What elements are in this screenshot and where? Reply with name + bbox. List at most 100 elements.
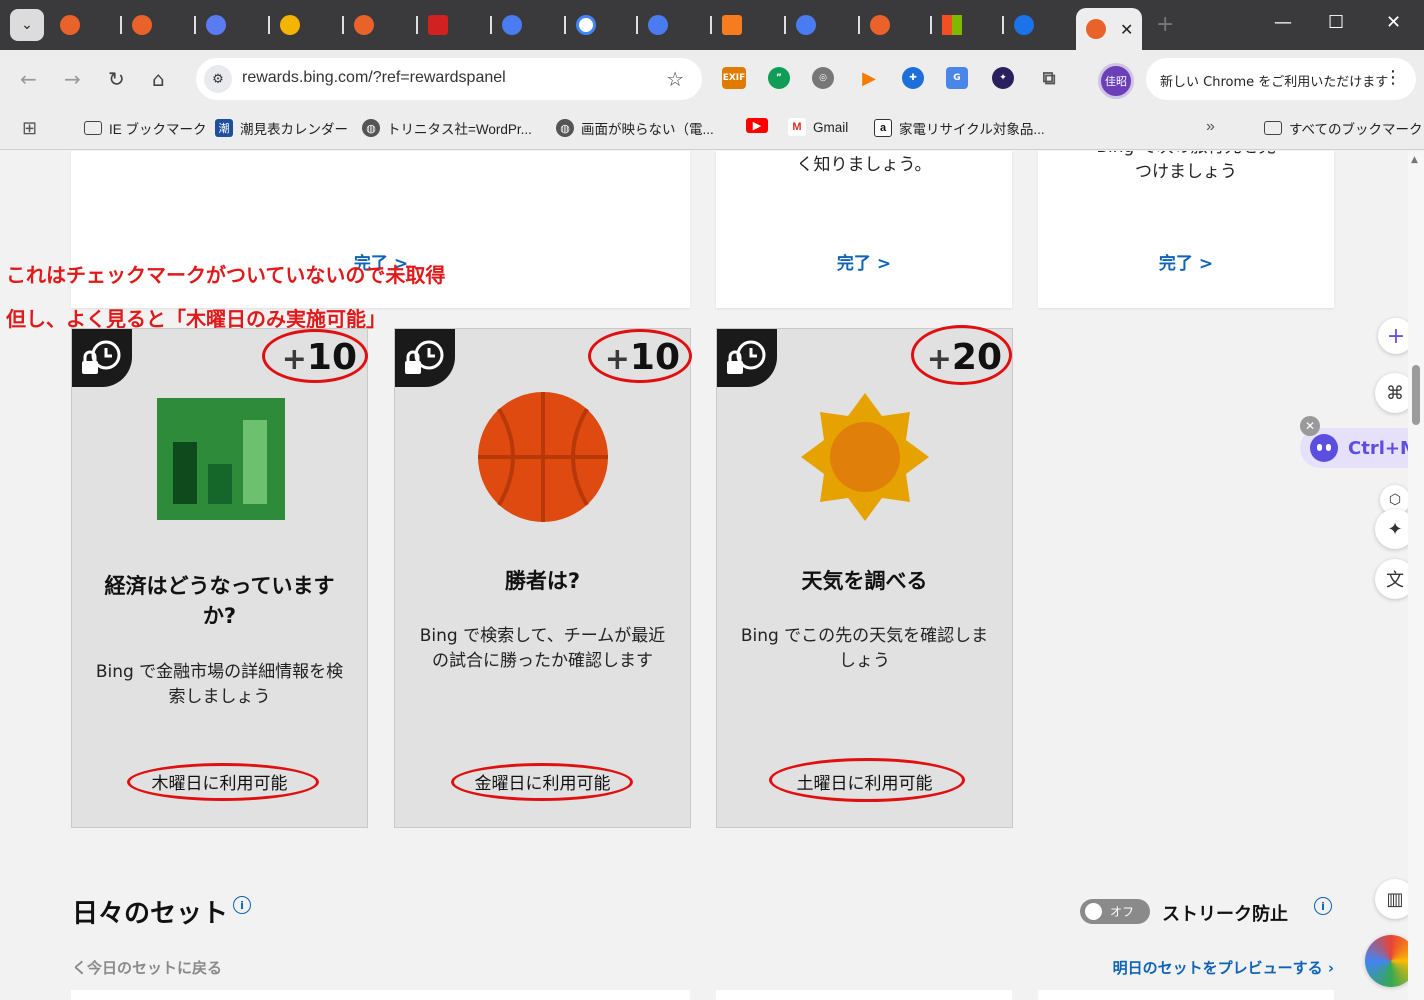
rewards-favicon-icon bbox=[1086, 19, 1106, 39]
done-link[interactable]: 完了 > bbox=[1038, 249, 1334, 274]
scrollbar-thumb[interactable] bbox=[1412, 365, 1420, 425]
browser-tab[interactable] bbox=[932, 8, 1004, 42]
bookmark-gmail[interactable]: M Gmail bbox=[788, 118, 848, 136]
browser-tab[interactable] bbox=[492, 8, 566, 42]
points-value: 10 bbox=[629, 337, 680, 378]
rewards-favicon-icon bbox=[132, 15, 152, 35]
profile-avatar[interactable]: 佳昭 bbox=[1098, 63, 1134, 99]
browser-tab[interactable] bbox=[566, 8, 638, 42]
points-plus: + bbox=[926, 342, 952, 377]
address-bar[interactable]: ⚙ rewards.bing.com/?ref=rewardspanel ☆ bbox=[196, 58, 702, 100]
minimize-icon[interactable]: — bbox=[1274, 12, 1292, 33]
close-icon[interactable]: ✕ bbox=[1300, 416, 1320, 436]
maximize-icon[interactable]: ☐ bbox=[1328, 12, 1344, 33]
gemini-favicon-icon bbox=[796, 15, 816, 35]
activity-card[interactable] bbox=[1038, 990, 1334, 1000]
sparkle-icon[interactable]: ✦ bbox=[1375, 509, 1408, 549]
translate-icon[interactable]: 文 bbox=[1375, 559, 1408, 599]
browser-tab[interactable] bbox=[786, 8, 860, 42]
bookmark-star-icon[interactable]: ☆ bbox=[666, 67, 684, 91]
bookmark-label: 画面が映らない（電... bbox=[581, 122, 714, 137]
rss-extension-icon[interactable]: ◎ bbox=[812, 67, 834, 89]
translate-extension-icon[interactable]: G bbox=[946, 67, 968, 89]
chrome-update-button[interactable]: 新しい Chrome をご利用いただけます ⋮ bbox=[1146, 58, 1416, 100]
scroll-up-arrow-icon[interactable]: ▲ bbox=[1411, 155, 1418, 165]
page-scrollbar[interactable]: ▲ bbox=[1408, 151, 1424, 1000]
done-link[interactable]: 完了 > bbox=[716, 249, 1012, 274]
gemini-favicon-icon bbox=[502, 15, 522, 35]
globe-icon: ◍ bbox=[556, 119, 574, 137]
points-plus: + bbox=[281, 342, 307, 377]
activity-card-winner[interactable]: +10 勝者は? Bing で検索して、チームが最近の試合に勝ったか確認します … bbox=[394, 328, 691, 828]
activity-card-economy[interactable]: +10 経済はどうなっていますか? Bing で金融市場の詳細情報を検索しましょ… bbox=[71, 328, 368, 828]
close-window-icon[interactable]: ✕ bbox=[1386, 12, 1401, 33]
rewards-favicon-icon bbox=[870, 15, 890, 35]
site-settings-icon[interactable]: ⚙ bbox=[204, 65, 232, 93]
assistant-widget[interactable]: Ctrl+M bbox=[1300, 428, 1408, 468]
quote-extension-icon[interactable]: ” bbox=[768, 67, 790, 89]
bookmark-screen[interactable]: ◍ 画面が映らない（電... bbox=[556, 118, 714, 138]
gemini-favicon-icon bbox=[648, 15, 668, 35]
bookmark-trinitas[interactable]: ◍ トリニタス社=WordPr... bbox=[362, 118, 532, 138]
bookmark-youtube[interactable]: ▶ bbox=[746, 118, 775, 133]
bookmark-tide[interactable]: 潮潮見表カレンダー bbox=[215, 118, 348, 138]
star-extension-icon[interactable]: ✦ bbox=[992, 67, 1014, 89]
bookmark-all[interactable]: すべてのブックマーク bbox=[1264, 118, 1423, 138]
chevron-right-icon: › bbox=[1322, 959, 1334, 977]
card-title: 天気を調べる bbox=[801, 569, 928, 593]
card-title: 経済はどうなっていますか? bbox=[104, 574, 335, 628]
close-tab-icon[interactable]: ✕ bbox=[1120, 20, 1133, 39]
extensions-puzzle-icon[interactable]: ⧉ bbox=[1038, 67, 1060, 89]
points-badge: +20 bbox=[927, 337, 1002, 378]
reload-icon[interactable]: ↻ bbox=[108, 67, 125, 91]
bookmark-label: Gmail bbox=[813, 119, 849, 135]
browser-tab-active[interactable]: ✕ bbox=[1076, 8, 1142, 50]
preview-tomorrow-link[interactable]: 明日のセットをプレビューする › bbox=[1113, 957, 1334, 978]
bookmark-amazon[interactable]: a 家電リサイクル対象品... bbox=[874, 118, 1045, 138]
browser-tab[interactable] bbox=[1004, 8, 1076, 42]
url-text[interactable]: rewards.bing.com/?ref=rewardspanel bbox=[242, 69, 506, 87]
browser-tab[interactable] bbox=[638, 8, 712, 42]
browser-tab[interactable] bbox=[418, 8, 492, 42]
browser-tab[interactable] bbox=[122, 8, 196, 42]
browser-tab[interactable] bbox=[196, 8, 270, 42]
card-description: Bing で金融市場の詳細情報を検索しましょう bbox=[95, 662, 344, 707]
new-tab-button[interactable]: + bbox=[1156, 12, 1174, 37]
streak-protection-toggle[interactable]: オフ bbox=[1080, 899, 1150, 924]
toggle-label: オフ bbox=[1110, 905, 1135, 919]
play-extension-icon[interactable]: ▶ bbox=[858, 67, 880, 89]
browser-tab[interactable] bbox=[50, 8, 122, 42]
home-icon[interactable]: ⌂ bbox=[152, 67, 165, 91]
streak-protection-label: ストリーク防止 bbox=[1162, 904, 1288, 925]
color-wheel-icon[interactable] bbox=[1365, 935, 1408, 987]
back-to-today-link[interactable]: く今日のセットに戻る bbox=[72, 957, 222, 978]
info-icon[interactable]: i bbox=[233, 896, 251, 914]
butterfly-favicon-icon bbox=[206, 15, 226, 35]
more-bookmarks-chevron-icon[interactable]: » bbox=[1206, 118, 1215, 136]
activity-card[interactable] bbox=[71, 990, 690, 1000]
exif-extension-icon[interactable]: EXIF bbox=[722, 67, 746, 89]
plus-circle-extension-icon[interactable]: ✚ bbox=[902, 67, 924, 89]
activity-card-weather[interactable]: +20 天気を調べる Bing でこの先の天気を確認しましょう 土曜日に利用可能 bbox=[716, 328, 1013, 828]
forward-arrow-icon[interactable]: → bbox=[64, 67, 81, 91]
add-plus-icon[interactable]: + bbox=[1378, 318, 1408, 354]
activity-card-completed[interactable]: Bing で次の旅行先を見つけましょう 完了 > bbox=[1038, 151, 1334, 308]
availability-text: 土曜日に利用可能 bbox=[796, 774, 933, 794]
shortcuts-command-icon[interactable]: ⌘ bbox=[1375, 373, 1408, 413]
back-arrow-icon[interactable]: ← bbox=[20, 67, 37, 91]
tab-search-button[interactable]: ⌄ bbox=[10, 9, 44, 41]
browser-tab[interactable] bbox=[344, 8, 418, 42]
card-description: く知りましょう。 bbox=[796, 155, 932, 175]
apps-grid-icon[interactable]: ⊞ bbox=[22, 118, 37, 139]
browser-tab[interactable] bbox=[860, 8, 932, 42]
bookmark-folder-ie[interactable]: IE ブックマーク bbox=[84, 118, 207, 138]
reading-book-icon[interactable]: ▥ bbox=[1375, 879, 1408, 919]
menu-kebab-icon[interactable]: ⋮ bbox=[1384, 67, 1402, 88]
info-icon[interactable]: i bbox=[1314, 897, 1332, 915]
activity-card-completed[interactable]: く知りましょう。 完了 > bbox=[716, 151, 1012, 308]
points-badge: +10 bbox=[605, 337, 680, 378]
activity-card[interactable] bbox=[716, 990, 1012, 1000]
browser-tab[interactable] bbox=[270, 8, 344, 42]
bookmarks-bar: ⊞ IE ブックマーク 潮潮見表カレンダー ◍ トリニタス社=WordPr... … bbox=[0, 108, 1424, 150]
browser-tab[interactable] bbox=[712, 8, 786, 42]
